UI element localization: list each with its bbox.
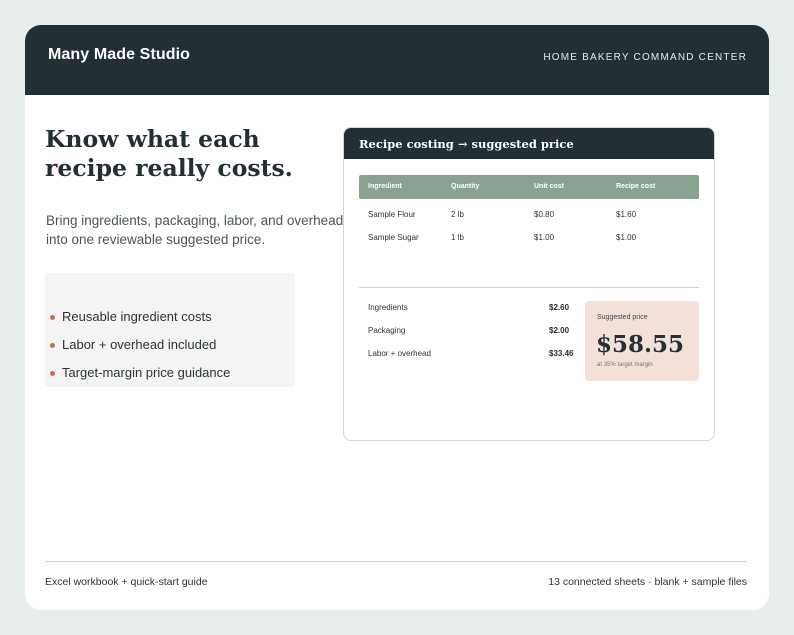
cell-unit-cost: $1.00 [534,233,555,242]
subtitle: Bring ingredients, packaging, labor, and… [46,213,344,247]
summary-value: $33.46 [549,349,574,358]
column-header-quantity: Quantity [451,183,480,190]
summary-label: Ingredients [368,303,408,312]
column-header-ingredient: Ingredient [368,183,402,190]
panel-title: Recipe costing → suggested price [359,137,574,151]
suggested-price-box: Suggested price $58.55 at 35% target mar… [585,301,699,381]
cell-ingredient: Sample Flour [368,210,416,219]
bullet-icon [50,315,55,320]
feature-label: Reusable ingredient costs [62,309,212,324]
bullet-icon [50,343,55,348]
panel-header: Recipe costing → suggested price [344,128,714,159]
feature-list: Reusable ingredient costs Labor + overhe… [45,273,295,387]
footer-left-text: Excel workbook + quick-start guide [45,576,208,588]
headline: Know what each recipe really costs. [45,125,293,182]
column-header-unit-cost: Unit cost [534,183,564,190]
feature-item: Target-margin price guidance [50,365,231,380]
brand-name: Many Made Studio [48,46,191,63]
costing-panel: Recipe costing → suggested price Ingredi… [343,127,715,441]
summary-label: Labor + overhead [368,349,431,358]
top-bar: Many Made Studio HOME BAKERY COMMAND CEN… [25,25,769,95]
footer-right-text: 13 connected sheets · blank + sample fil… [548,576,747,588]
cell-quantity: 2 lb [451,210,464,219]
summary-value: $2.60 [549,303,570,312]
price-value: $58.55 [596,331,685,358]
summary-label: Packaging [368,326,406,335]
cell-recipe-cost: $1.60 [616,210,637,219]
cell-unit-cost: $0.80 [534,210,555,219]
feature-label: Target-margin price guidance [62,365,231,380]
footer-divider [45,561,747,562]
column-header-recipe-cost: Recipe cost [616,183,656,190]
tagline: HOME BAKERY COMMAND CENTER [543,52,747,63]
table-header: Ingredient Quantity Unit cost Recipe cos… [359,175,699,199]
feature-item: Reusable ingredient costs [50,309,212,324]
divider [359,287,699,288]
bullet-icon [50,371,55,376]
cell-quantity: 1 lb [451,233,464,242]
cell-recipe-cost: $1.00 [616,233,637,242]
feature-label: Labor + overhead included [62,337,217,352]
product-card: Many Made Studio HOME BAKERY COMMAND CEN… [25,25,769,610]
cell-ingredient: Sample Sugar [368,233,419,242]
price-note: at 35% target margin [597,362,653,368]
price-label: Suggested price [597,314,648,321]
feature-item: Labor + overhead included [50,337,217,352]
summary-value: $2.00 [549,326,570,335]
